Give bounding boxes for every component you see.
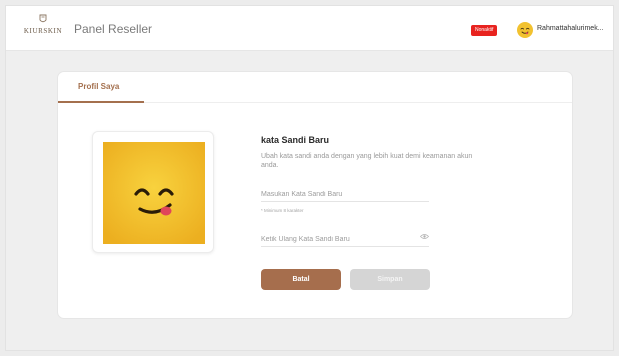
profile-photo xyxy=(103,142,205,244)
smiley-avatar-icon xyxy=(520,27,530,35)
profile-card: Profil Saya kata Sandi Baru Ubah kata sa… xyxy=(57,71,573,319)
eye-icon[interactable] xyxy=(420,233,429,240)
confirm-password-field xyxy=(261,228,429,249)
save-button[interactable]: Simpan xyxy=(350,269,430,290)
new-password-input[interactable] xyxy=(261,185,411,204)
form-description: Ubah kata sandi anda dengan yang lebih k… xyxy=(261,153,473,169)
form-heading: kata Sandi Baru xyxy=(261,135,330,145)
brand-logo[interactable]: KIURSKIN xyxy=(20,14,66,35)
user-name[interactable]: Rahmattahalurimek... xyxy=(537,25,604,32)
kiurskin-logo-icon xyxy=(39,14,47,23)
user-avatar[interactable] xyxy=(517,22,533,38)
password-hint: * Minimum 8 karakter xyxy=(261,208,304,213)
app-window: KIURSKIN Panel Reseller Nonaktif Rahmatt… xyxy=(5,5,614,351)
cancel-button[interactable]: Batal xyxy=(261,269,341,290)
new-password-field xyxy=(261,183,429,204)
status-badge: Nonaktif xyxy=(471,25,498,36)
tab-bar: Profil Saya xyxy=(58,72,572,103)
logo-text: KIURSKIN xyxy=(23,27,63,35)
tab-profil-saya[interactable]: Profil Saya xyxy=(58,72,144,103)
smiley-avatar-icon xyxy=(103,142,205,244)
page-title: Panel Reseller xyxy=(74,22,153,36)
profile-photo-frame[interactable] xyxy=(92,131,214,253)
confirm-password-input[interactable] xyxy=(261,230,411,249)
top-header: KIURSKIN Panel Reseller Nonaktif Rahmatt… xyxy=(6,6,613,51)
